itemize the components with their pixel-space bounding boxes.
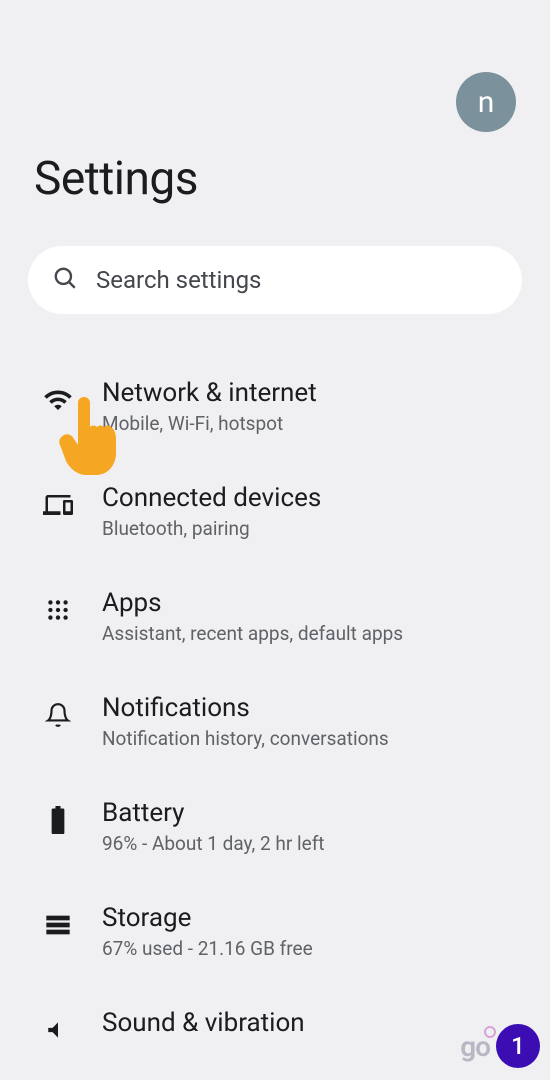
item-title: Sound & vibration <box>102 1008 522 1038</box>
item-subtitle: Bluetooth, pairing <box>102 517 522 540</box>
settings-item-notifications[interactable]: Notifications Notification history, conv… <box>0 669 550 774</box>
settings-item-battery[interactable]: Battery 96% - About 1 day, 2 hr left <box>0 774 550 879</box>
item-title: Apps <box>102 588 522 618</box>
item-title: Storage <box>102 903 522 933</box>
battery-icon <box>42 804 74 836</box>
item-text: Storage 67% used - 21.16 GB free <box>102 903 522 960</box>
header: n <box>0 0 550 132</box>
storage-icon <box>42 909 74 941</box>
item-subtitle: Mobile, Wi-Fi, hotspot <box>102 412 522 435</box>
apps-icon <box>42 594 74 626</box>
settings-item-connected-devices[interactable]: Connected devices Bluetooth, pairing <box>0 459 550 564</box>
item-title: Network & internet <box>102 378 522 408</box>
item-text: Apps Assistant, recent apps, default app… <box>102 588 522 645</box>
settings-item-storage[interactable]: Storage 67% used - 21.16 GB free <box>0 879 550 984</box>
sound-icon <box>42 1014 74 1046</box>
search-placeholder: Search settings <box>96 266 261 294</box>
item-title: Connected devices <box>102 483 522 513</box>
bell-icon <box>42 699 74 731</box>
item-subtitle: Notification history, conversations <box>102 727 522 750</box>
go-logo: go <box>460 1030 490 1063</box>
settings-list: Network & internet Mobile, Wi-Fi, hotspo… <box>0 354 550 1046</box>
wifi-icon <box>42 384 74 416</box>
avatar[interactable]: n <box>456 72 516 132</box>
item-title: Notifications <box>102 693 522 723</box>
page-title: Settings <box>0 132 550 246</box>
settings-item-apps[interactable]: Apps Assistant, recent apps, default app… <box>0 564 550 669</box>
item-text: Network & internet Mobile, Wi-Fi, hotspo… <box>102 378 522 435</box>
step-number-badge: 1 <box>496 1024 540 1068</box>
item-text: Sound & vibration <box>102 1008 522 1042</box>
search-bar[interactable]: Search settings <box>28 246 522 314</box>
item-text: Notifications Notification history, conv… <box>102 693 522 750</box>
item-subtitle: Assistant, recent apps, default apps <box>102 622 522 645</box>
item-subtitle: 96% - About 1 day, 2 hr left <box>102 832 522 855</box>
item-title: Battery <box>102 798 522 828</box>
search-icon <box>52 265 78 295</box>
item-text: Connected devices Bluetooth, pairing <box>102 483 522 540</box>
item-text: Battery 96% - About 1 day, 2 hr left <box>102 798 522 855</box>
item-subtitle: 67% used - 21.16 GB free <box>102 937 522 960</box>
settings-item-network[interactable]: Network & internet Mobile, Wi-Fi, hotspo… <box>0 354 550 459</box>
devices-icon <box>42 489 74 521</box>
bottom-badges: go 1 <box>460 1024 540 1068</box>
